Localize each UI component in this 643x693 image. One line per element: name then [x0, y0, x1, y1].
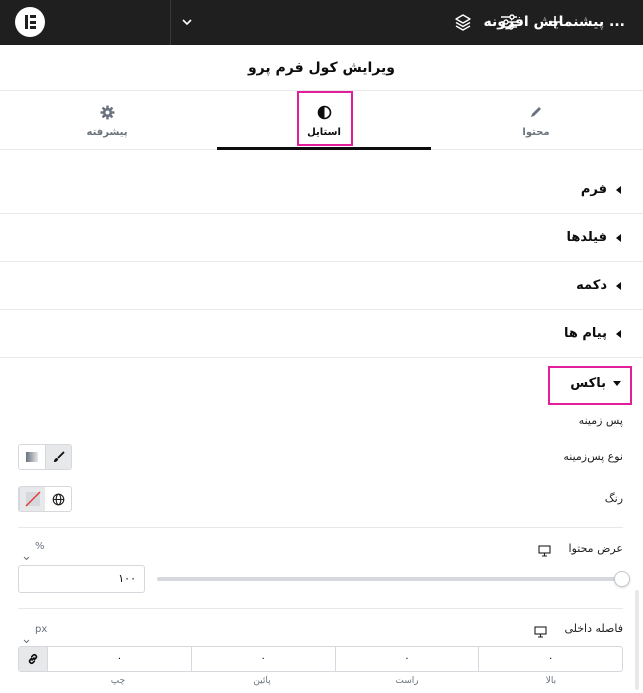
- section-messages-label: پیام ها: [563, 326, 607, 341]
- brush-icon[interactable]: [45, 445, 71, 469]
- pencil-icon: [429, 105, 643, 121]
- padding-bottom-input[interactable]: ۰: [190, 647, 335, 671]
- padding-right-input[interactable]: ۰: [334, 647, 479, 671]
- desktop-icon[interactable]: [538, 542, 551, 561]
- padding-label: فاصله داخلی: [564, 622, 623, 635]
- padding-top-input[interactable]: ۰: [478, 647, 622, 671]
- no-color-swatch[interactable]: [19, 487, 45, 511]
- scrollbar[interactable]: [635, 590, 639, 690]
- content-width-unit: %: [35, 541, 45, 552]
- content-width-slider-handle[interactable]: [614, 571, 630, 587]
- padding-dimensions: ۰ ۰ ۰ ۰: [18, 646, 623, 672]
- padding-unit: px: [35, 624, 48, 635]
- caret-left-icon: [616, 234, 621, 242]
- elementor-logo[interactable]: [15, 7, 45, 37]
- padding-left-input[interactable]: ۰: [47, 647, 191, 671]
- tab-content-label: محتوا: [522, 127, 550, 138]
- padding-left-label: چپ: [110, 676, 126, 686]
- padding-right-label: راست: [395, 676, 419, 686]
- tab-content[interactable]: محتوا: [429, 91, 643, 150]
- section-fields[interactable]: فیلدها: [0, 214, 643, 262]
- section-form-label: فرم: [580, 182, 607, 197]
- box-section-highlight: [548, 366, 632, 405]
- color-control: [18, 486, 72, 512]
- section-button-label: دکمه: [576, 278, 607, 293]
- section-fields-label: فیلدها: [566, 230, 607, 245]
- caret-left-icon: [616, 186, 621, 194]
- section-button[interactable]: دکمه: [0, 262, 643, 310]
- content-width-input[interactable]: ۱۰۰: [18, 565, 145, 593]
- panel-title: ویرایش کول فرم پرو: [0, 45, 643, 91]
- content-width-slider[interactable]: [157, 577, 622, 581]
- background-heading: پس زمینه: [578, 414, 623, 427]
- section-form[interactable]: فرم: [0, 166, 643, 214]
- padding-bottom-label: پائین: [253, 676, 271, 686]
- globe-icon[interactable]: [45, 487, 71, 511]
- gear-icon: [0, 105, 214, 121]
- link-icon[interactable]: [19, 647, 47, 671]
- caret-left-icon: [616, 330, 621, 338]
- preview-title-text: پیشنمایش افزونه ...: [483, 14, 625, 30]
- tab-advanced[interactable]: پیشرفته: [0, 91, 214, 150]
- background-type-toggle: [18, 444, 72, 470]
- divider: [18, 608, 623, 609]
- desktop-icon[interactable]: [534, 623, 547, 642]
- content-width-unit-select[interactable]: %: [23, 541, 59, 561]
- section-messages[interactable]: پیام ها: [0, 310, 643, 358]
- content-width-label: عرض محتوا: [568, 542, 623, 555]
- padding-unit-select[interactable]: px: [23, 624, 59, 644]
- caret-left-icon: [616, 282, 621, 290]
- background-type-label: نوع پس‌زمینه: [563, 450, 623, 463]
- padding-top-label: بالا: [545, 676, 557, 686]
- style-tab-highlight: [297, 91, 353, 146]
- divider: [18, 527, 623, 528]
- top-bar: پیشنمایش افزونه ...: [0, 0, 643, 45]
- chevron-down-icon: [23, 546, 30, 565]
- preview-title[interactable]: پیشنمایش افزونه ...: [170, 0, 643, 45]
- gradient-icon[interactable]: [19, 445, 45, 469]
- tab-advanced-label: پیشرفته: [86, 127, 128, 138]
- color-label: رنگ: [604, 492, 623, 505]
